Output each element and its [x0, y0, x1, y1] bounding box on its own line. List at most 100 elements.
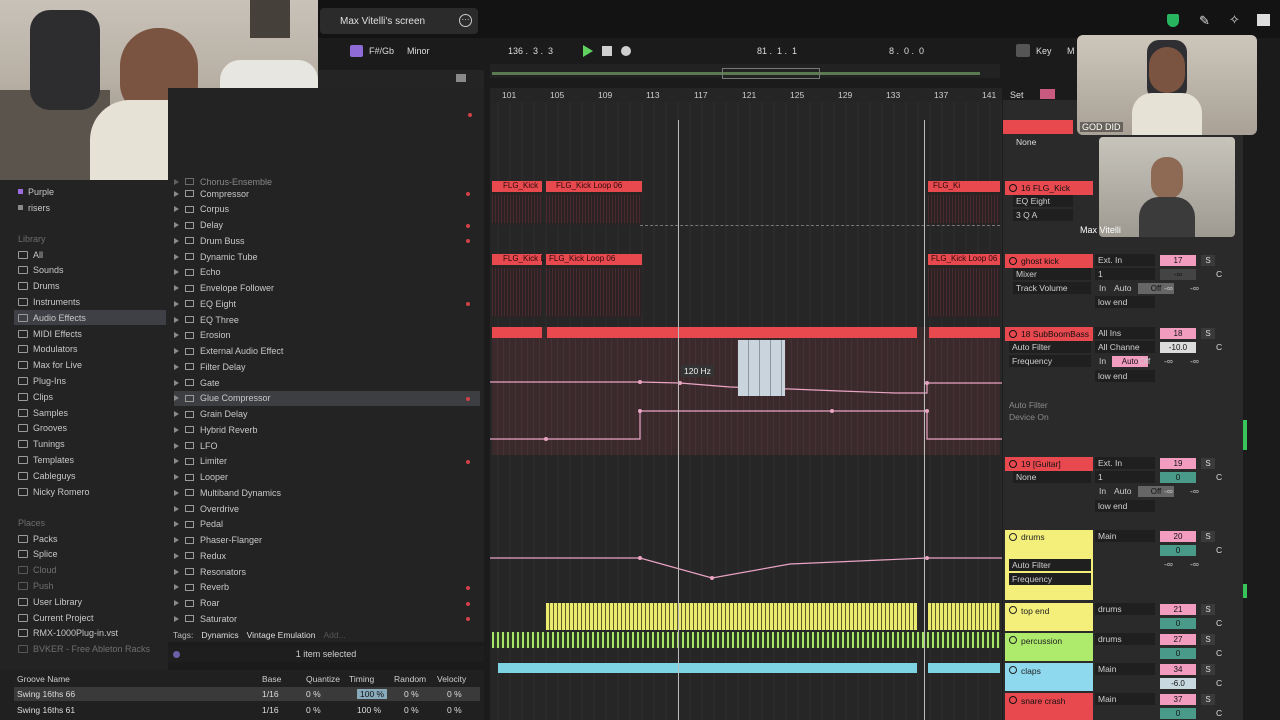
library-item[interactable]: Grooves [18, 421, 67, 436]
stop-button[interactable] [602, 46, 612, 56]
loop-start[interactable]: 81 . 1 . 1 [757, 46, 797, 56]
track-fold-icon[interactable] [1009, 696, 1017, 704]
text-sendB[interactable]: -∞ [1190, 559, 1199, 569]
dropdown-d1[interactable]: Auto Filter [1009, 559, 1091, 571]
field-num[interactable]: 19 [1160, 458, 1196, 469]
key-map-button[interactable]: Key [1036, 46, 1052, 56]
expand-icon[interactable] [174, 237, 179, 244]
places-item[interactable]: User Library [18, 594, 82, 609]
solo-button[interactable]: S [1201, 664, 1215, 675]
solo-button[interactable]: S [1201, 531, 1215, 542]
browser-item[interactable]: EQ Three [174, 312, 480, 327]
browser-item[interactable]: Pedal [174, 517, 480, 532]
text-in_btn[interactable]: In [1099, 486, 1106, 496]
browser-item[interactable]: Multiband Dynamics [174, 485, 480, 500]
dropdown-in[interactable]: Ext. In [1095, 457, 1155, 469]
text-c[interactable]: C [1216, 269, 1222, 279]
key-select[interactable]: F#/Gb [369, 46, 394, 56]
tag-add[interactable]: Add... [323, 630, 345, 640]
text-c[interactable]: C [1216, 708, 1222, 718]
solo-button[interactable]: S [1201, 694, 1215, 705]
library-item[interactable]: Templates [18, 452, 74, 467]
track-fold-icon[interactable] [1009, 636, 1017, 644]
dropdown-out[interactable]: low end [1095, 500, 1155, 512]
field-vol[interactable]: 0 [1160, 618, 1196, 629]
browser-item[interactable]: Hybrid Reverb [174, 422, 480, 437]
expand-icon[interactable] [174, 426, 179, 433]
browser-item[interactable]: Erosion [174, 328, 480, 343]
groove-cell-random[interactable]: 0 % [404, 689, 419, 699]
expand-icon[interactable] [174, 300, 179, 307]
library-item[interactable]: Drums [18, 279, 60, 294]
shield-icon[interactable] [1167, 14, 1179, 27]
expand-icon[interactable] [174, 474, 179, 480]
input-none[interactable]: None [1013, 136, 1073, 148]
dropdown-out[interactable]: Main [1095, 693, 1155, 705]
clip-kick-1b[interactable]: FLG_Kick Loop 06 [546, 181, 642, 225]
text-c[interactable]: C [1216, 678, 1222, 688]
dropdown-in[interactable]: All Ins [1095, 327, 1155, 339]
key-map-icon[interactable] [1016, 44, 1030, 57]
browser-item[interactable]: Limiter [174, 454, 480, 469]
expand-icon[interactable] [174, 568, 179, 575]
browser-item[interactable]: Drum Buss [174, 233, 480, 248]
expand-icon[interactable] [174, 584, 179, 591]
dropdown-d2[interactable]: Frequency [1009, 573, 1091, 585]
tag-dynamics[interactable]: Dynamics [201, 630, 238, 640]
dropdown-out[interactable]: drums [1095, 603, 1155, 615]
solo-button[interactable]: S [1201, 458, 1215, 469]
browser-item[interactable]: Gate [174, 375, 480, 390]
dropdown-ch[interactable]: All Channe [1095, 341, 1155, 353]
field-vol[interactable]: 0 [1160, 708, 1196, 719]
text-sendB[interactable]: -∞ [1190, 356, 1199, 366]
expand-icon[interactable] [174, 379, 179, 386]
expand-icon[interactable] [174, 615, 179, 622]
field-vol[interactable]: -6.0 [1160, 678, 1196, 689]
field-vol[interactable]: -10.0 [1160, 342, 1196, 353]
scale-icon[interactable] [350, 45, 363, 57]
groove-cell-base[interactable]: 1/16 [262, 705, 279, 715]
expand-icon[interactable] [174, 442, 179, 449]
browser-item[interactable]: Dynamic Tube [174, 249, 480, 264]
dropdown-out[interactable]: low end [1095, 296, 1155, 308]
library-item[interactable]: Samples [18, 405, 68, 420]
dropdown-d2[interactable]: Track Volume [1013, 282, 1091, 294]
places-item[interactable]: Splice [18, 547, 58, 562]
text-dev_info2[interactable]: Device On [1009, 412, 1049, 422]
text-c[interactable]: C [1216, 545, 1222, 555]
expand-icon[interactable] [174, 332, 179, 339]
track-name-t37[interactable]: snare crash [1005, 693, 1093, 720]
places-item[interactable]: Packs [18, 531, 58, 546]
dropdown-out[interactable]: low end [1095, 370, 1155, 382]
drums-automation[interactable] [490, 550, 1002, 590]
browser-item[interactable]: Redux [174, 548, 480, 563]
library-item[interactable]: Clips [18, 389, 53, 404]
field-num[interactable]: 37 [1160, 694, 1196, 705]
text-off[interactable]: Off [1139, 356, 1150, 366]
browser-item[interactable]: LFO [174, 438, 480, 453]
expand-icon[interactable] [174, 316, 179, 323]
dropdown-ch[interactable]: 1 [1095, 471, 1155, 483]
field-num[interactable]: 21 [1160, 604, 1196, 615]
dropdown-d1[interactable]: Mixer [1013, 268, 1091, 280]
clip-topend-2[interactable] [928, 603, 1000, 630]
groove-cell-velocity[interactable]: 0 % [447, 689, 462, 699]
dropdown-out[interactable]: Main [1095, 663, 1155, 675]
track-fold-icon[interactable] [1009, 666, 1017, 674]
expand-icon[interactable] [174, 489, 179, 496]
library-item[interactable]: Audio Effects [14, 310, 166, 326]
field-vol[interactable]: 0 [1160, 472, 1196, 483]
clip-claps[interactable] [498, 663, 917, 673]
track-fold-icon[interactable] [1009, 533, 1017, 541]
field-vol[interactable]: 0 [1160, 545, 1196, 556]
browser-item[interactable]: External Audio Effect [174, 344, 480, 359]
places-item[interactable]: Push [18, 578, 54, 593]
track-name-t17[interactable]: ghost kick [1005, 254, 1093, 268]
places-item[interactable]: RMX-1000Plug-in.vst [18, 626, 118, 641]
browser-item[interactable]: Resonators [174, 564, 480, 579]
groove-cell-base[interactable]: 1/16 [262, 689, 279, 699]
expand-icon[interactable] [174, 190, 179, 197]
expand-icon[interactable] [174, 269, 179, 276]
browser-item[interactable]: Overdrive [174, 501, 480, 516]
dropdown-dev1[interactable]: EQ Eight [1013, 195, 1073, 207]
